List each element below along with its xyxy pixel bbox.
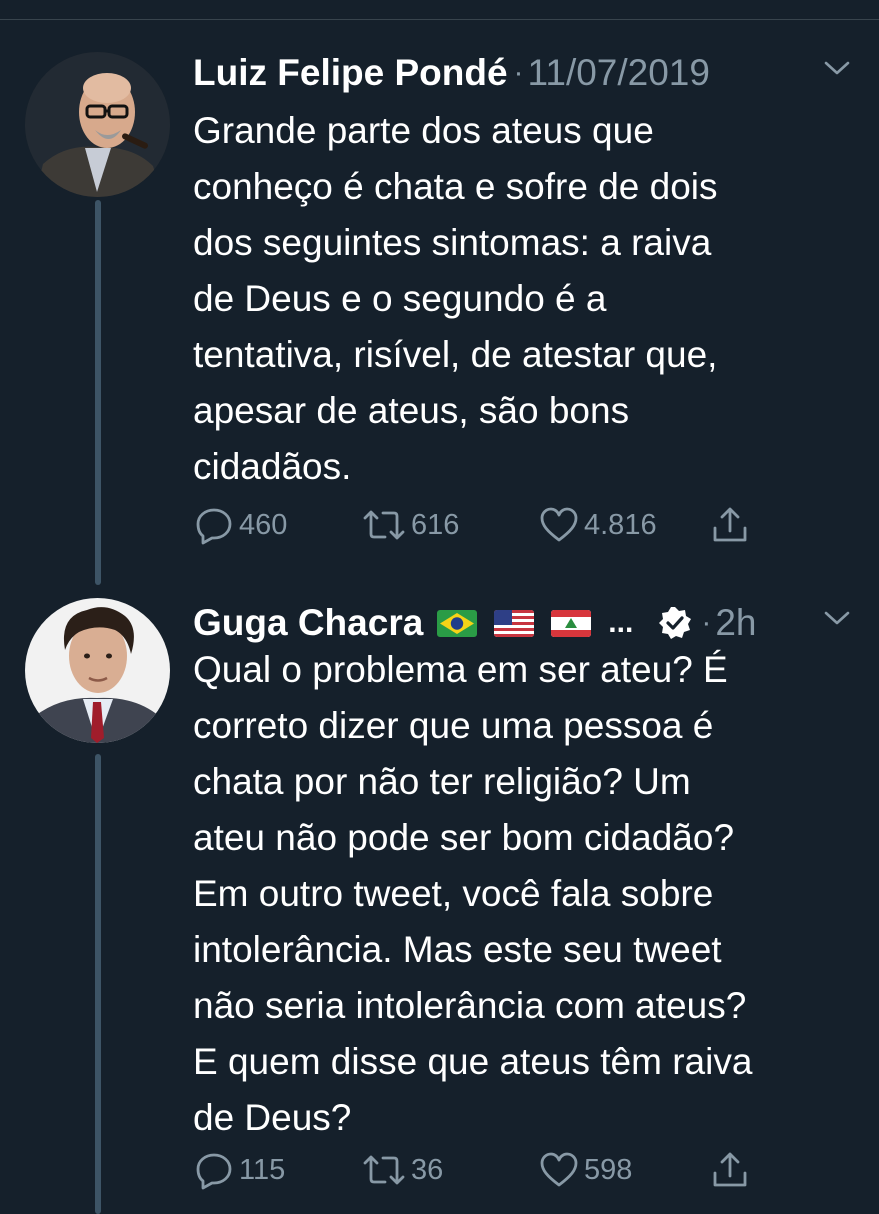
reply-button[interactable]: 460 [193,500,287,550]
tweet-text-line: conheço é chata e sofre de dois [193,166,718,207]
usa-flag-icon [494,609,535,637]
like-count: 4.816 [584,508,657,541]
retweet-button[interactable]: 616 [361,500,459,550]
thread-line [95,200,101,585]
tweet-date[interactable]: 11/07/2019 [528,52,710,94]
tweet-text-line: ateu não pode ser bom cidadão? [193,817,735,858]
share-icon [713,507,747,542]
tweet-header: Luiz Felipe Pondé · 11/07/2019 [193,48,859,98]
separator-dot: · [513,56,524,89]
lebanon-flag-icon [551,609,592,637]
thread-line [95,754,101,1214]
tweet-text: Grande parte dos ateus que conheço é cha… [193,103,853,495]
author-name[interactable]: Luiz Felipe Pondé [193,52,508,94]
avatar[interactable] [25,598,170,743]
avatar[interactable] [25,52,170,197]
tweet-text-line: tentativa, risível, de atestar que, [193,334,718,375]
tweet-text-line: chata por não ter religião? Um [193,761,691,802]
retweet-icon [363,1155,405,1185]
tweet-text-line: de Deus e o segundo é a [193,278,607,319]
tweet-actions: 460 616 4.816 [193,500,793,550]
separator-dot: · [701,606,712,639]
reply-icon [196,508,232,545]
brazil-flag-icon [437,609,478,637]
tweet-text-line: não seria intolerância com ateus? [193,985,747,1026]
heart-icon [540,1152,578,1187]
tweet-text-line: Grande parte dos ateus que [193,110,654,151]
retweet-icon [363,510,405,540]
tweet-text-line: dos seguintes sintomas: a raiva [193,222,712,263]
tweet-actions: 115 36 598 [193,1145,793,1195]
tweet-text-line: cidadãos. [193,446,352,487]
share-button[interactable] [709,500,755,550]
tweet-text-line: apesar de ateus, são bons [193,390,630,431]
reply-button[interactable]: 115 [193,1145,285,1195]
tweet-text-line: intolerância. Mas este seu tweet [193,929,722,970]
retweet-count: 616 [411,508,460,541]
verified-badge-icon [659,607,692,639]
like-button[interactable]: 4.816 [538,500,657,550]
tweet-text-line: Qual o problema em ser ateu? É [193,649,728,690]
top-divider [0,0,879,20]
chevron-down-icon[interactable] [823,608,851,628]
retweet-button[interactable]: 36 [361,1145,443,1195]
reply-icon [196,1153,232,1190]
chevron-down-icon[interactable] [823,58,851,78]
tweet-header: Guga Chacra ... · 2h [193,598,859,648]
tweet-date[interactable]: 2h [715,602,756,644]
author-name[interactable]: Guga Chacra [193,602,423,644]
tweet-pondé[interactable]: Luiz Felipe Pondé · 11/07/2019 Grande pa… [0,40,879,585]
tweet-text-line: de Deus? [193,1097,352,1138]
tweet-text: Qual o problema em ser ateu? É correto d… [193,642,853,1146]
name-truncation: ... [608,606,634,639]
share-button[interactable] [709,1145,755,1195]
like-button[interactable]: 598 [538,1145,632,1195]
tweet-text-line: correto dizer que uma pessoa é [193,705,714,746]
tweet-text-line: E quem disse que ateus têm raiva [193,1041,753,1082]
tweet-chacra[interactable]: Guga Chacra ... · 2h Qual o problema em … [0,590,879,1214]
heart-icon [540,507,578,542]
share-icon [713,1152,747,1187]
reply-count: 460 [239,508,288,541]
author-flags: ... [437,606,657,640]
like-count: 598 [584,1153,633,1186]
reply-count: 115 [239,1153,286,1186]
retweet-count: 36 [411,1153,444,1186]
tweet-text-line: Em outro tweet, você fala sobre [193,873,714,914]
